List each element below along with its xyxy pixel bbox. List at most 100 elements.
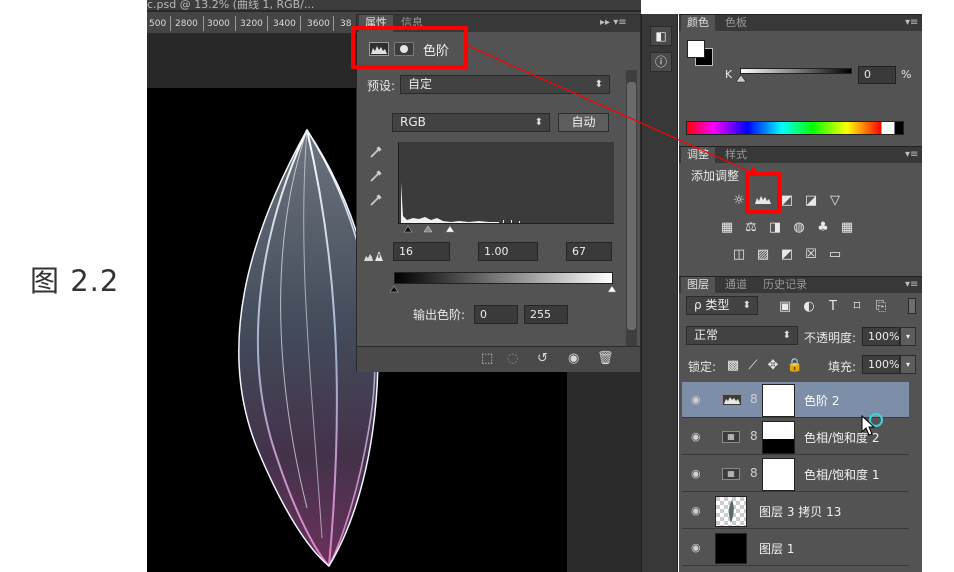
- tab-layers[interactable]: 图层: [681, 277, 715, 294]
- layer-filter-kind-select[interactable]: ρ 类型 ⬍: [686, 296, 758, 315]
- output-white-field[interactable]: 255: [524, 305, 568, 324]
- clip-to-layer-icon[interactable]: ⬚: [481, 351, 493, 366]
- input-level-sliders[interactable]: [398, 224, 614, 234]
- visibility-eye-icon[interactable]: ◉: [691, 430, 705, 443]
- ruler-tick: 3000: [207, 19, 230, 29]
- input-white-field[interactable]: 67: [566, 242, 612, 261]
- layer-thumbnail[interactable]: [715, 496, 747, 527]
- figure-caption: 图 2.2: [30, 264, 120, 298]
- visibility-eye-icon[interactable]: ◉: [691, 393, 705, 406]
- panel-menu-icon[interactable]: ▾≡: [905, 17, 918, 28]
- ruler-tick: 3400: [273, 19, 296, 29]
- input-gamma-field[interactable]: 1.00: [478, 242, 538, 261]
- layer-filter-kind-value: ρ 类型: [694, 298, 730, 312]
- annotation-highlight-properties: [351, 26, 468, 69]
- updown-arrow-icon: ⬍: [742, 300, 751, 311]
- k-value-field[interactable]: 0: [858, 66, 896, 84]
- lock-transparency-icon[interactable]: ▩: [724, 358, 742, 373]
- visibility-eye-icon[interactable]: ◉: [691, 504, 705, 517]
- posterize-icon[interactable]: ▨: [754, 247, 772, 262]
- opacity-dropdown-button[interactable]: ▾: [900, 327, 916, 346]
- visibility-eye-icon[interactable]: ◉: [691, 541, 705, 554]
- layer-mask-thumbnail[interactable]: [762, 421, 795, 454]
- chain-link-icon[interactable]: 8: [750, 429, 758, 443]
- color-balance-icon[interactable]: ⚖: [742, 220, 760, 235]
- output-level-sliders[interactable]: [388, 284, 620, 294]
- output-level-gradient: [394, 272, 613, 284]
- tab-channels[interactable]: 通道: [719, 277, 753, 294]
- view-previous-icon[interactable]: ◌: [507, 351, 518, 366]
- visibility-eye-icon[interactable]: ◉: [568, 351, 579, 366]
- document-tab-title: c.psd @ 13.2% (曲线 1, RGB/...: [147, 0, 315, 11]
- tab-swatches[interactable]: 色板: [719, 15, 753, 32]
- lock-label: 锁定:: [688, 360, 717, 374]
- levels-layer-icon: [722, 394, 742, 406]
- threshold-icon[interactable]: ◩: [778, 247, 796, 262]
- black-point-eyedropper-icon[interactable]: [369, 145, 383, 159]
- foreground-color-swatch[interactable]: [687, 40, 705, 58]
- gradient-map-icon[interactable]: ▭: [826, 247, 844, 262]
- hue-saturation-layer-icon: ▦: [722, 431, 740, 443]
- preset-label: 预设:: [367, 79, 396, 93]
- fill-label: 填充:: [828, 360, 857, 374]
- properties-footer: ⬚ ◌ ↺ ◉ 🗑: [357, 346, 640, 372]
- layer-row[interactable]: ◉ 图层 1: [682, 530, 909, 566]
- ruler-tick: 500: [149, 19, 167, 29]
- ruler-tick: 2800: [175, 19, 198, 29]
- filter-type-icon[interactable]: T: [824, 299, 842, 314]
- white-point-eyedropper-icon[interactable]: [369, 193, 383, 207]
- document-tab[interactable]: c.psd @ 13.2% (曲线 1, RGB/...: [147, 0, 641, 11]
- visibility-eye-icon[interactable]: ◉: [691, 467, 705, 480]
- layer-mask-thumbnail[interactable]: [762, 458, 795, 491]
- opacity-field[interactable]: 100%: [862, 327, 900, 346]
- lock-image-icon[interactable]: ⟋: [744, 358, 762, 373]
- layers-tab-bar: 图层 通道 历史记录 ▾≡: [679, 276, 922, 294]
- layer-name: 图层 1: [759, 542, 795, 556]
- chain-link-icon[interactable]: 8: [750, 466, 758, 480]
- panel-menu-icon[interactable]: ▾≡: [905, 279, 918, 290]
- filter-smart-object-icon[interactable]: ⎘: [872, 299, 890, 314]
- blend-mode-value: 正常: [694, 328, 719, 342]
- fill-field[interactable]: 100%: [862, 355, 900, 374]
- filter-pixel-icon[interactable]: ▣: [776, 299, 794, 314]
- panel-menu-icon[interactable]: ▾≡: [905, 149, 918, 160]
- filter-shape-icon[interactable]: ⌑: [848, 299, 866, 314]
- ruler-tick: 3600: [307, 19, 330, 29]
- hue-saturation-layer-icon: ▦: [722, 468, 740, 480]
- blend-mode-select[interactable]: 正常 ⬍: [686, 326, 798, 345]
- layer-mask-thumbnail[interactable]: [762, 384, 795, 417]
- selective-color-icon[interactable]: ☒: [802, 247, 820, 262]
- layer-name: 色阶 2: [804, 394, 840, 408]
- output-black-field[interactable]: 0: [474, 305, 518, 324]
- panel-menu-icon[interactable]: ▸▸ ▾≡: [600, 17, 627, 28]
- lock-position-icon[interactable]: ✥: [764, 358, 782, 373]
- levels-warning-icon: [363, 248, 383, 262]
- mouse-pointer-icon: [861, 413, 883, 436]
- vibrance-icon[interactable]: ▽: [826, 193, 844, 208]
- layer-thumbnail[interactable]: [715, 533, 747, 564]
- output-levels-label: 输出色阶:: [413, 308, 466, 322]
- hue-saturation-icon[interactable]: ▦: [718, 220, 736, 235]
- layer-row[interactable]: ◉ 图层 3 拷贝 13: [682, 493, 909, 529]
- gray-point-eyedropper-icon[interactable]: [369, 169, 383, 183]
- trash-icon[interactable]: 🗑: [597, 351, 614, 366]
- updown-arrow-icon: ⬍: [782, 330, 791, 341]
- layer-row[interactable]: ◉ ▦ 8 色相/饱和度 1: [682, 456, 909, 492]
- input-black-field[interactable]: 16: [393, 242, 450, 261]
- filter-adjustment-icon[interactable]: ◐: [800, 299, 818, 314]
- ruler-tick: 38: [340, 19, 352, 29]
- fill-dropdown-button[interactable]: ▾: [900, 355, 916, 374]
- color-lookup-icon[interactable]: ▦: [838, 220, 856, 235]
- tab-history[interactable]: 历史记录: [757, 277, 813, 294]
- k-unit-label: %: [901, 68, 912, 81]
- channel-mixer-icon[interactable]: ♣: [814, 220, 832, 235]
- reset-icon[interactable]: ↺: [537, 351, 548, 366]
- lock-all-icon[interactable]: 🔒: [786, 358, 804, 373]
- chain-link-icon[interactable]: 8: [750, 392, 758, 406]
- exposure-icon[interactable]: ◪: [802, 193, 820, 208]
- tab-color[interactable]: 颜色: [681, 15, 715, 32]
- photo-filter-icon[interactable]: ◍: [790, 220, 808, 235]
- invert-icon[interactable]: ◫: [730, 247, 748, 262]
- black-white-icon[interactable]: ◨: [766, 220, 784, 235]
- filter-toggle-switch[interactable]: [908, 298, 916, 314]
